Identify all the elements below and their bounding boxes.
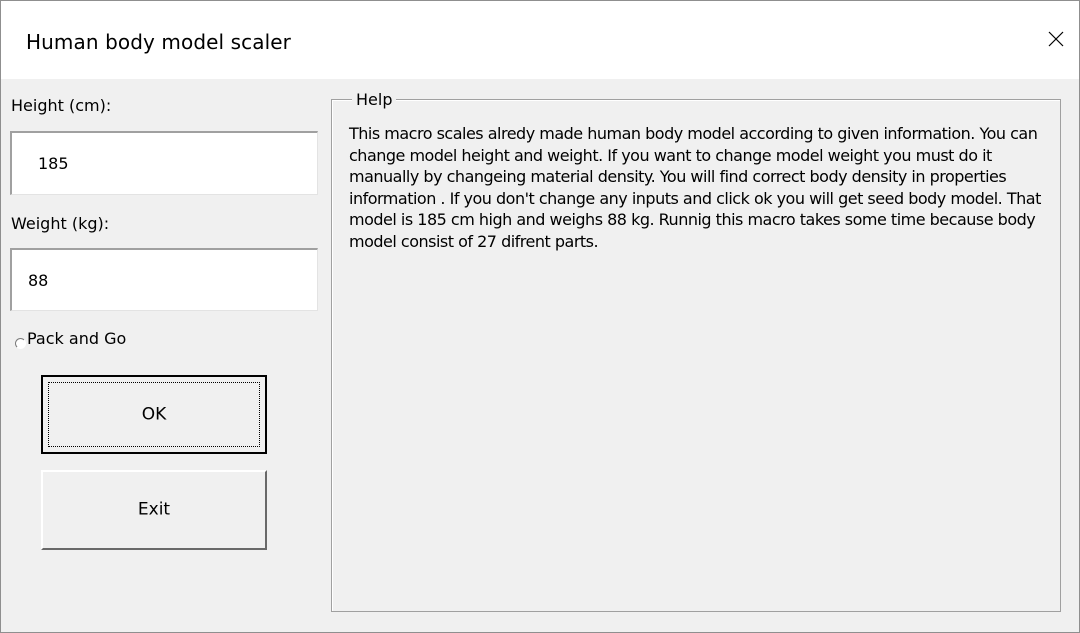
ok-button-label: OK <box>141 404 167 425</box>
height-input[interactable] <box>10 131 318 195</box>
help-frame-caption: Help <box>352 90 397 109</box>
title-bar[interactable]: Human body model scaler <box>1 1 1079 79</box>
pack-and-go-radio[interactable] <box>15 338 26 349</box>
close-button[interactable] <box>1031 19 1079 61</box>
height-label: Height (cm): <box>11 96 112 115</box>
dialog-window: Human body model scaler Height (cm): Wei… <box>0 0 1080 633</box>
close-icon <box>1048 31 1064 47</box>
ok-button[interactable]: OK <box>41 375 267 454</box>
weight-label: Weight (kg): <box>11 214 110 233</box>
pack-and-go-label[interactable]: Pack and Go <box>27 329 126 348</box>
window-title: Human body model scaler <box>26 30 291 54</box>
help-text: This macro scales alredy made human body… <box>349 124 1041 251</box>
weight-input[interactable] <box>10 248 318 311</box>
exit-button[interactable]: Exit <box>41 470 267 550</box>
exit-button-label: Exit <box>137 499 171 520</box>
